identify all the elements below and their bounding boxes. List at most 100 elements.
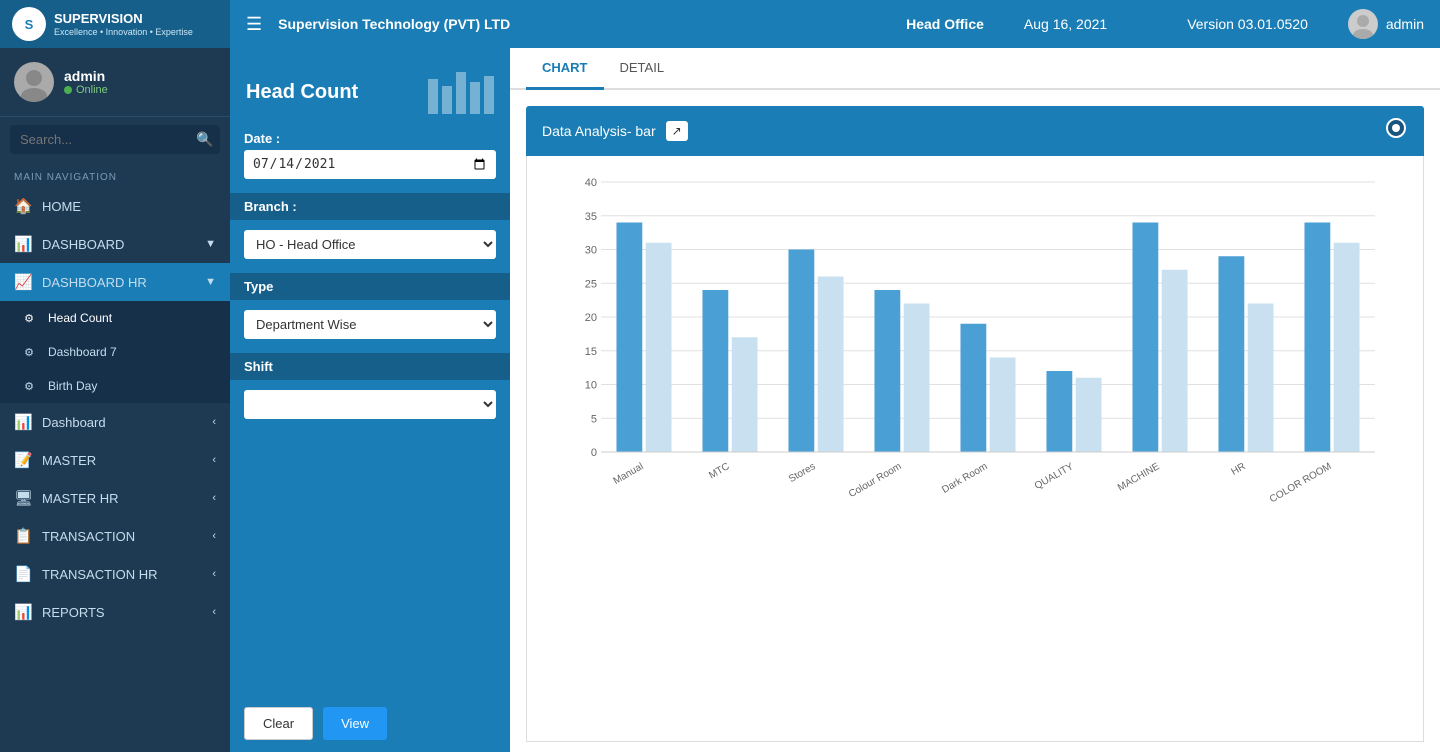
- chevron-left-icon-master: ‹: [212, 454, 216, 466]
- shift-divider: Shift: [230, 353, 510, 380]
- sidebar-item-dashboard2[interactable]: 📊 Dashboard ‹: [0, 403, 230, 441]
- sidebar-item-head-count-label: Head Count: [48, 311, 112, 325]
- bar-light-8: [1334, 243, 1360, 452]
- tab-bar: CHART DETAIL: [510, 48, 1440, 90]
- chevron-down-icon-hr: ▼: [205, 276, 216, 288]
- menu-icon[interactable]: ☰: [246, 14, 262, 35]
- bar-blue-0: [616, 223, 642, 453]
- sidebar-item-dashboard-hr-label: DASHBOARD HR: [42, 275, 147, 290]
- bar-light-5: [1076, 378, 1102, 452]
- sidebar-item-home-label: HOME: [42, 199, 81, 214]
- bar-chart-icon: [424, 64, 494, 121]
- x-label-5: QUALITY: [1033, 461, 1076, 492]
- left-panel-footer: Clear View: [230, 695, 510, 752]
- right-panel: CHART DETAIL Data Analysis- bar ↗ 051015…: [510, 48, 1440, 752]
- sidebar-item-reports[interactable]: 📊 REPORTS ‹: [0, 593, 230, 631]
- type-divider: Type: [230, 273, 510, 300]
- bar-light-1: [732, 337, 758, 452]
- logo-sub: Excellence • Innovation • Expertise: [54, 27, 193, 37]
- sidebar-item-master[interactable]: 📝 MASTER ‹: [0, 441, 230, 479]
- svg-text:0: 0: [591, 447, 597, 459]
- x-label-4: Dark Room: [940, 461, 989, 496]
- bar-blue-3: [874, 290, 900, 452]
- bar-blue-2: [788, 250, 814, 453]
- master-icon: 📝: [14, 451, 32, 469]
- bar-chart-container: 0510152025303540ManualMTCStoresColour Ro…: [526, 156, 1424, 742]
- user-info: admin: [1348, 9, 1424, 39]
- view-button[interactable]: View: [323, 707, 387, 740]
- bar-light-0: [646, 243, 672, 452]
- bar-blue-8: [1304, 223, 1330, 453]
- sidebar-user-section: admin Online: [0, 48, 230, 117]
- sidebar-search-box[interactable]: 🔍: [10, 125, 220, 154]
- sidebar-item-dashboard-7[interactable]: ⚙ Dashboard 7: [0, 335, 230, 369]
- chevron-left-icon-trans: ‹: [212, 530, 216, 542]
- sidebar-item-home[interactable]: 🏠 HOME: [0, 187, 230, 225]
- expand-chart-button[interactable]: ↗: [666, 121, 688, 141]
- sidebar-item-dashboard-hr[interactable]: 📈 DASHBOARD HR ▼: [0, 263, 230, 301]
- date-input[interactable]: [244, 150, 496, 179]
- sidebar-item-dashboard[interactable]: 📊 DASHBOARD ▼: [0, 225, 230, 263]
- sidebar-item-reports-label: REPORTS: [42, 605, 105, 620]
- logo-text: SUPERVISION: [54, 11, 193, 27]
- master-hr-icon: 🖥: [14, 489, 32, 507]
- chart-settings-icon[interactable]: [1384, 116, 1408, 146]
- left-panel-header: Head Count: [230, 48, 510, 131]
- chevron-left-icon: ‹: [212, 416, 216, 428]
- branch-select[interactable]: HO - Head Office Branch 1 Branch 2: [244, 230, 496, 259]
- bar-blue-6: [1132, 223, 1158, 453]
- svg-text:35: 35: [585, 211, 597, 223]
- user-avatar: [1348, 9, 1378, 39]
- dashboard-7-icon: ⚙: [20, 346, 38, 359]
- chart-title-text: Data Analysis- bar: [542, 123, 656, 139]
- x-label-3: Colour Room: [847, 461, 904, 500]
- chevron-down-icon: ▼: [205, 238, 216, 250]
- version-info: Version 03.01.0520: [1187, 16, 1308, 32]
- date-section: Date :: [230, 131, 510, 189]
- sidebar-item-transaction-hr[interactable]: 📄 TRANSACTION HR ‹: [0, 555, 230, 593]
- sidebar-item-dashboard2-label: Dashboard: [42, 415, 106, 430]
- dashboard-hr-icon: 📈: [14, 273, 32, 291]
- search-icon: 🔍: [196, 131, 213, 148]
- type-section: Department Wise Grade Wise Section Wise: [230, 304, 510, 349]
- chart-header: Data Analysis- bar ↗: [526, 106, 1424, 156]
- sidebar-item-dashboard-label: DASHBOARD: [42, 237, 124, 252]
- topbar: S SUPERVISION Excellence • Innovation • …: [0, 0, 1440, 48]
- x-label-7: HR: [1229, 461, 1247, 478]
- sidebar-item-birth-day[interactable]: ⚙ Birth Day: [0, 369, 230, 403]
- chart-title: Data Analysis- bar ↗: [542, 121, 688, 141]
- bar-light-2: [818, 277, 844, 453]
- sidebar-username: admin: [64, 68, 108, 84]
- sidebar-status: Online: [64, 84, 108, 96]
- dashboard-icon: 📊: [14, 235, 32, 253]
- location-name: Head Office: [906, 16, 984, 32]
- left-panel: Head Count Date : Branch :: [230, 48, 510, 752]
- x-label-2: Stores: [787, 461, 818, 485]
- x-label-8: COLOR ROOM: [1268, 461, 1334, 505]
- nav-section-label: MAIN NAVIGATION: [0, 162, 230, 187]
- svg-text:25: 25: [585, 278, 597, 290]
- sidebar-item-dashboard-7-label: Dashboard 7: [48, 345, 117, 359]
- sidebar-item-birth-day-label: Birth Day: [48, 379, 97, 393]
- sidebar-item-master-hr[interactable]: 🖥 MASTER HR ‹: [0, 479, 230, 517]
- chart-svg: 0510152025303540ManualMTCStoresColour Ro…: [543, 172, 1407, 522]
- bar-light-7: [1248, 304, 1274, 453]
- svg-text:10: 10: [585, 380, 597, 392]
- search-input[interactable]: [20, 132, 196, 147]
- current-date: Aug 16, 2021: [1024, 16, 1107, 32]
- shift-select[interactable]: [244, 390, 496, 419]
- clear-button[interactable]: Clear: [244, 707, 313, 740]
- logo-icon: S: [12, 7, 46, 41]
- svg-text:40: 40: [585, 177, 597, 189]
- sidebar-item-head-count[interactable]: ⚙ Head Count: [0, 301, 230, 335]
- chevron-left-icon-masterhr: ‹: [212, 492, 216, 504]
- type-select[interactable]: Department Wise Grade Wise Section Wise: [244, 310, 496, 339]
- sidebar-item-transaction-label: TRANSACTION: [42, 529, 135, 544]
- tab-chart[interactable]: CHART: [526, 48, 604, 90]
- branch-label: Branch :: [244, 199, 297, 214]
- dashboard2-icon: 📊: [14, 413, 32, 431]
- bar-blue-1: [702, 290, 728, 452]
- tab-detail[interactable]: DETAIL: [604, 48, 681, 90]
- sidebar-item-transaction[interactable]: 📋 TRANSACTION ‹: [0, 517, 230, 555]
- transaction-hr-icon: 📄: [14, 565, 32, 583]
